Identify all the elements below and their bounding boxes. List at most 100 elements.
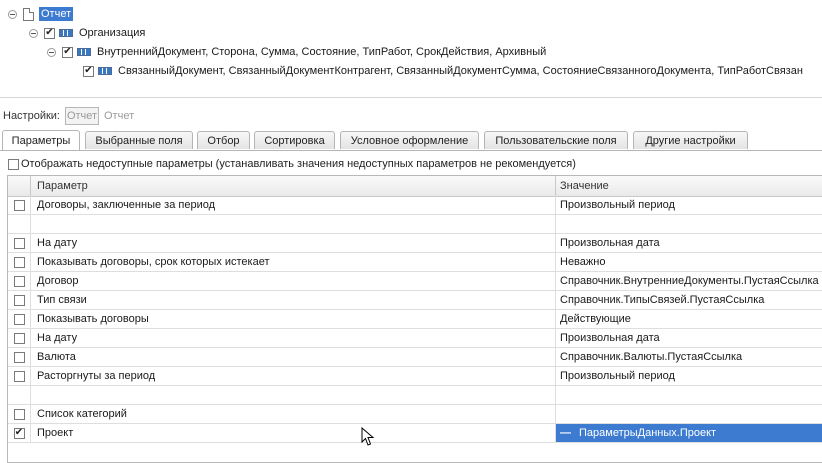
tab-parameters[interactable]: Параметры [2, 130, 80, 150]
row-check-cell[interactable]: ✔ [8, 424, 31, 442]
header-value[interactable]: Значение [556, 176, 822, 196]
parameter-name: Валюта [37, 351, 76, 363]
tab-selected-fields[interactable]: Выбранные поля [85, 131, 193, 149]
collapse-icon[interactable] [8, 9, 17, 19]
show-unavailable-checkbox[interactable] [8, 158, 19, 170]
tree-root-label[interactable]: Отчет [39, 7, 74, 21]
table-row[interactable]: Тип связи Справочник.ТипыСвязей.ПустаяСсы… [8, 291, 822, 310]
tree-group2-label[interactable]: СвязанныйДокумент, СвязанныйДокументКонт… [118, 65, 803, 77]
row-check-cell[interactable] [8, 253, 31, 271]
use-checkbox[interactable]: ✔ [13, 427, 25, 439]
table-row[interactable]: Показывать договоры Действующие [8, 310, 822, 329]
value-cell[interactable]: Произвольный период [556, 367, 822, 385]
tab-sort[interactable]: Сортировка [254, 131, 335, 149]
tab-user-fields[interactable]: Пользовательские поля [484, 131, 628, 149]
row-check-cell[interactable] [8, 405, 31, 423]
tree-group1-checkbox[interactable]: ✔ [62, 46, 73, 58]
row-check-cell[interactable] [8, 367, 31, 385]
value-cell[interactable]: Справочник.ТипыСвязей.ПустаяСсылка [556, 291, 822, 309]
table-row[interactable] [8, 386, 822, 405]
tree-row-root[interactable]: Отчет [8, 5, 74, 23]
parameter-cell[interactable]: Расторгнуты за период [31, 367, 556, 385]
table-row[interactable] [8, 215, 822, 234]
tab-other-settings[interactable]: Другие настройки [633, 131, 748, 149]
collapse-icon[interactable] [47, 47, 56, 57]
tree-org-label[interactable]: Организация [79, 27, 145, 39]
use-checkbox[interactable] [13, 275, 25, 287]
value-cell[interactable] [556, 386, 822, 404]
show-unavailable-option[interactable]: Отображать недоступные параметры (устана… [8, 156, 576, 172]
parameter-value: ПараметрыДанных.Проект [579, 427, 717, 439]
collapse-icon[interactable] [29, 28, 38, 38]
use-checkbox[interactable] [13, 313, 25, 325]
use-checkbox[interactable] [13, 256, 25, 268]
table-row[interactable]: На дату Произвольная дата [8, 234, 822, 253]
parameters-grid: Параметр Значение Договоры, заключенные … [7, 175, 822, 463]
parameter-cell[interactable]: Показывать договоры [31, 310, 556, 328]
row-check-cell[interactable] [8, 291, 31, 309]
use-checkbox[interactable] [13, 370, 25, 382]
report-structure-tree: Отчет ✔ Организация ✔ ВнутреннийДокумент… [0, 0, 822, 98]
parameter-cell[interactable]: Тип связи [31, 291, 556, 309]
parameter-cell[interactable]: Договоры, заключенные за период [31, 196, 556, 214]
row-check-cell[interactable] [8, 234, 31, 252]
settings-field[interactable]: Отчет [65, 107, 99, 125]
parameter-cell[interactable]: Проект [31, 424, 556, 442]
show-unavailable-label: Отображать недоступные параметры (устана… [21, 158, 576, 170]
value-cell[interactable]: Справочник.ВнутренниеДокументы.ПустаяСсы… [556, 272, 822, 290]
table-row[interactable]: Список категорий [8, 405, 822, 424]
parameter-cell[interactable]: Договор [31, 272, 556, 290]
tree-row-group2[interactable]: ✔ СвязанныйДокумент, СвязанныйДокументКо… [83, 62, 803, 80]
value-cell[interactable]: Справочник.Валюты.ПустаяСсылка [556, 348, 822, 366]
table-row[interactable]: Расторгнуты за период Произвольный период [8, 367, 822, 386]
value-cell[interactable]: Произвольная дата [556, 329, 822, 347]
use-checkbox[interactable] [13, 199, 25, 211]
parameter-cell[interactable] [31, 215, 556, 233]
parameter-name: На дату [37, 237, 78, 249]
row-check-cell[interactable] [8, 348, 31, 366]
tree-org-checkbox[interactable]: ✔ [44, 27, 55, 39]
parameter-cell[interactable]: На дату [31, 234, 556, 252]
value-cell[interactable]: Действующие [556, 310, 822, 328]
parameter-cell[interactable]: Список категорий [31, 405, 556, 423]
parameter-cell[interactable]: На дату [31, 329, 556, 347]
tree-group2-checkbox[interactable]: ✔ [83, 65, 94, 77]
table-row[interactable]: ✔ Проект — ПараметрыДанных.Проект [8, 424, 822, 443]
tree-row-group1[interactable]: ✔ ВнутреннийДокумент, Сторона, Сумма, Со… [47, 43, 546, 61]
parameter-value: Произвольный период [560, 199, 675, 211]
use-checkbox[interactable] [13, 294, 25, 306]
value-cell[interactable] [556, 215, 822, 233]
use-checkbox[interactable] [13, 351, 25, 363]
table-row[interactable]: Валюта Справочник.Валюты.ПустаяСсылка [8, 348, 822, 367]
grid-header: Параметр Значение [8, 176, 822, 197]
tree-group1-label[interactable]: ВнутреннийДокумент, Сторона, Сумма, Сост… [97, 46, 546, 58]
parameter-name: Тип связи [37, 294, 87, 306]
row-check-cell[interactable] [8, 329, 31, 347]
tab-filter[interactable]: Отбор [197, 131, 250, 149]
value-cell[interactable] [556, 405, 822, 423]
use-checkbox[interactable] [13, 332, 25, 344]
value-cell[interactable]: — ПараметрыДанных.Проект [556, 424, 822, 442]
row-check-cell[interactable] [8, 272, 31, 290]
table-row[interactable]: Показывать договоры, срок которых истека… [8, 253, 822, 272]
clear-icon[interactable]: — [560, 427, 571, 439]
grouping-icon [98, 67, 112, 75]
value-cell[interactable]: Произвольный период [556, 196, 822, 214]
parameter-cell[interactable]: Валюта [31, 348, 556, 366]
use-checkbox[interactable] [13, 237, 25, 249]
table-row[interactable]: Договор Справочник.ВнутренниеДокументы.Пу… [8, 272, 822, 291]
parameter-name: Расторгнуты за период [37, 370, 156, 382]
tree-row-organization[interactable]: ✔ Организация [29, 24, 145, 42]
value-cell[interactable]: Произвольная дата [556, 234, 822, 252]
tab-conditional-format[interactable]: Условное оформление [340, 131, 479, 149]
header-parameter[interactable]: Параметр [31, 176, 556, 196]
table-row[interactable]: На дату Произвольная дата [8, 329, 822, 348]
mouse-cursor-icon [361, 427, 375, 446]
parameter-cell[interactable]: Показывать договоры, срок которых истека… [31, 253, 556, 271]
table-row[interactable]: Договоры, заключенные за период Произволь… [8, 196, 822, 215]
row-check-cell[interactable] [8, 310, 31, 328]
use-checkbox[interactable] [13, 408, 25, 420]
row-check-cell[interactable] [8, 196, 31, 214]
parameter-cell[interactable] [31, 386, 556, 404]
value-cell[interactable]: Неважно [556, 253, 822, 271]
